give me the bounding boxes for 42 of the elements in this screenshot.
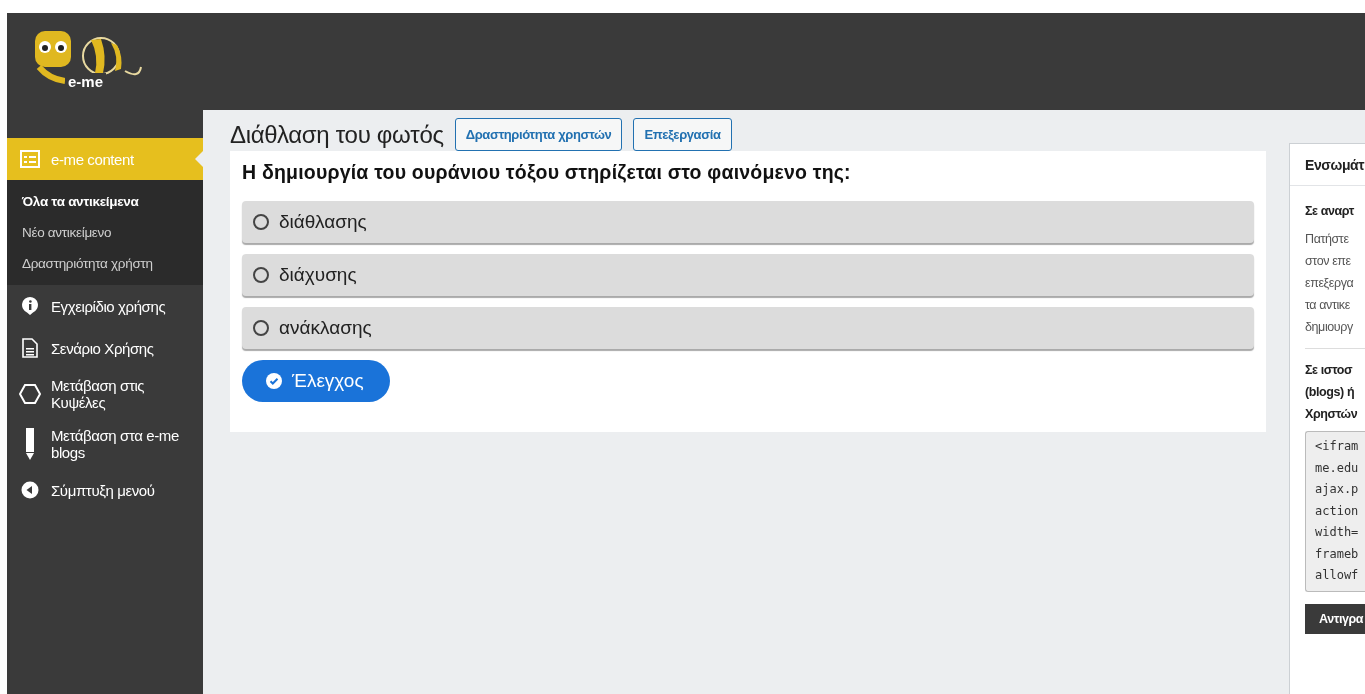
logo-text: e-me	[65, 73, 107, 90]
sidebar-item[interactable]: Μετάβαση στις Κυψέλες	[7, 369, 203, 419]
pencil-icon	[25, 427, 35, 461]
document-icon	[22, 338, 38, 358]
embed-code-field[interactable]: <ifram me.edu ajax.p action width= frameb allowf	[1305, 431, 1365, 592]
header-button[interactable]: Δραστηριότητα χρηστών	[454, 118, 623, 151]
answer-label: ανάκλασης	[279, 317, 372, 339]
submenu-item[interactable]: Όλα τα αντικείμενα	[7, 186, 203, 217]
page-title: Διάθλαση του φωτός	[230, 120, 444, 149]
panel-text: Πατήστε	[1305, 231, 1350, 248]
sidebar-item[interactable]: Εγχειρίδιο χρήσης	[7, 285, 203, 327]
panel-title: Ενσωμάτ	[1290, 144, 1365, 186]
submenu-item[interactable]: Νέο αντικείμενο	[7, 217, 203, 248]
answer-option[interactable]: ανάκλασης	[242, 307, 1254, 349]
info-icon	[21, 296, 39, 316]
panel-text: τα αντικε	[1305, 297, 1351, 314]
check-circle-icon	[266, 373, 282, 389]
sidebar-item[interactable]: Μετάβαση στα e-me blogs	[7, 419, 203, 469]
copy-button[interactable]: Αντιγρα	[1305, 603, 1365, 634]
sidebar-item[interactable]: Σύμπτυξη μενού	[7, 469, 203, 511]
radio-button[interactable]	[253, 214, 269, 230]
panel-text: δημιουργ	[1305, 319, 1354, 336]
panel-text: επεξεργα	[1305, 275, 1355, 292]
list-icon	[20, 150, 40, 168]
answer-label: διάχυσης	[279, 264, 357, 286]
panel-text: στον επε	[1305, 253, 1352, 270]
radio-button[interactable]	[253, 267, 269, 283]
section-heading: (blogs) ή	[1305, 384, 1356, 401]
question-text: Η δημιουργία του ουράνιου τόξου στηρίζεται στο φαινόμενο της:	[242, 161, 852, 184]
header-button[interactable]: Επεξεργασία	[633, 118, 732, 151]
sidebar-item[interactable]: Σενάριο Χρήσης	[7, 327, 203, 369]
section-heading: Σε ιστοσ	[1305, 362, 1354, 379]
check-button[interactable]: Έλεγχος	[242, 360, 390, 402]
section-heading: Χρηστών	[1305, 406, 1359, 423]
section-heading: Σε αναρτ	[1305, 204, 1355, 218]
radio-button[interactable]	[253, 320, 269, 336]
collapse-icon	[21, 481, 39, 499]
answer-option[interactable]: διάθλασης	[242, 201, 1254, 243]
answer-label: διάθλασης	[279, 211, 367, 233]
hexagon-icon	[19, 383, 41, 405]
submenu-item[interactable]: Δραστηριότητα χρήστη	[7, 248, 203, 279]
answer-option[interactable]: διάχυσης	[242, 254, 1254, 296]
